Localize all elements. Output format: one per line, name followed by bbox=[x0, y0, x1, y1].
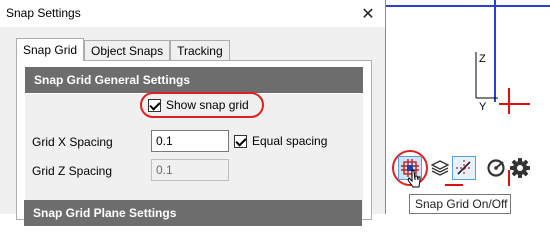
grid-z-spacing-input: 0.1 bbox=[151, 159, 229, 181]
grid-x-spacing-input[interactable]: 0.1 bbox=[151, 130, 229, 152]
red-tick-marker-horizontal bbox=[445, 184, 463, 186]
target-snap-button[interactable] bbox=[484, 156, 508, 180]
tab-tracking[interactable]: Tracking bbox=[170, 40, 230, 61]
viewport-border-line bbox=[386, 5, 550, 7]
grid-x-spacing-label: Grid X Spacing bbox=[32, 135, 113, 149]
close-icon: ✕ bbox=[361, 5, 375, 23]
show-snap-grid-label: Show snap grid bbox=[166, 98, 249, 112]
equal-spacing-checkbox[interactable] bbox=[234, 134, 247, 148]
mouse-pointer-icon bbox=[407, 169, 421, 188]
red-axis-marker-horizontal bbox=[499, 103, 530, 105]
equal-spacing-option[interactable]: Equal spacing bbox=[234, 134, 327, 148]
y-axis-label: Y bbox=[479, 101, 487, 113]
tab-snap-grid[interactable]: Snap Grid bbox=[16, 38, 85, 61]
snap-grid-tooltip: Snap Grid On/Off bbox=[409, 194, 511, 214]
snap-to-line-button[interactable] bbox=[452, 156, 476, 180]
show-snap-grid-checkbox[interactable] bbox=[148, 98, 161, 112]
gear-icon bbox=[510, 158, 530, 178]
snap-settings-button[interactable] bbox=[508, 156, 532, 180]
plane-settings-header: Snap Grid Plane Settings bbox=[24, 200, 362, 226]
general-settings-header: Snap Grid General Settings bbox=[25, 67, 363, 93]
tab-strip: Snap Grid Object Snaps Tracking bbox=[16, 38, 230, 61]
show-snap-grid-option[interactable]: Show snap grid bbox=[148, 98, 249, 112]
dialog-title: Snap Settings bbox=[6, 6, 81, 20]
snap-settings-dialog: Snap Settings ✕ Snap Grid Object Snaps T… bbox=[0, 0, 386, 226]
close-button[interactable]: ✕ bbox=[351, 0, 385, 27]
layers-icon bbox=[430, 160, 450, 176]
layers-button[interactable] bbox=[428, 156, 452, 180]
dialog-titlebar[interactable]: Snap Settings ✕ bbox=[0, 0, 385, 27]
tab-object-snaps[interactable]: Object Snaps bbox=[84, 40, 171, 61]
grid-z-spacing-label: Grid Z Spacing bbox=[32, 164, 113, 178]
z-axis-label: Z bbox=[479, 53, 486, 65]
equal-spacing-label: Equal spacing bbox=[252, 134, 328, 148]
target-icon bbox=[487, 159, 505, 177]
red-axis-marker bbox=[508, 88, 510, 114]
snap-line-icon bbox=[456, 160, 472, 176]
